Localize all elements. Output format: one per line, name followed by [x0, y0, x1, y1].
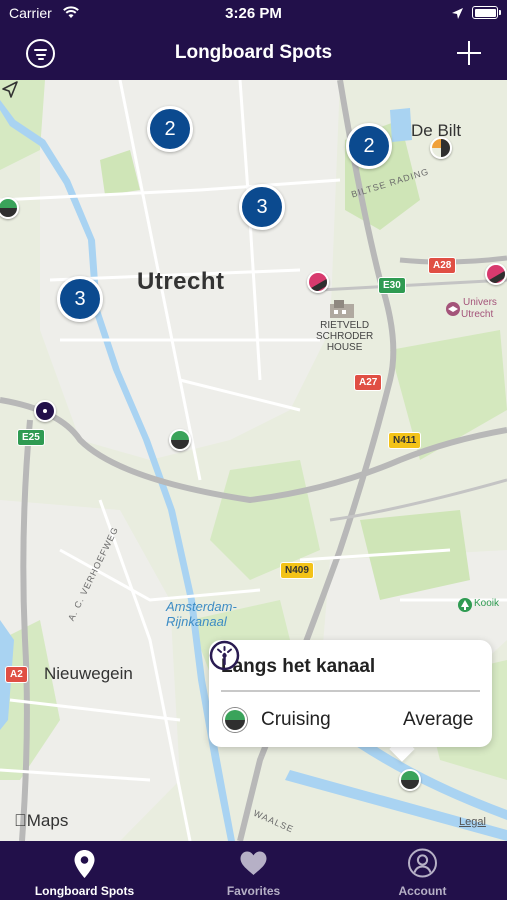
spot-cluster[interactable]: 3: [57, 276, 103, 322]
callout-difficulty: Average: [403, 709, 474, 730]
tab-label: Account: [398, 884, 447, 898]
map-view[interactable]: Utrecht De Bilt Nieuwegein Univers Utrec…: [0, 80, 507, 841]
road-shield-n411: N411: [388, 432, 422, 449]
tab-longboard-spots[interactable]: Longboard Spots: [0, 841, 169, 900]
tab-label: Favorites: [226, 884, 281, 898]
pin-level-top: [401, 771, 419, 780]
location-arrow-icon: [452, 8, 463, 19]
add-spot-button[interactable]: [455, 39, 483, 67]
road-shield-a28: A28: [428, 257, 457, 274]
map-pin-icon: [74, 850, 95, 878]
pin-level-bottom: [401, 780, 419, 789]
spot-cluster[interactable]: 2: [346, 123, 392, 169]
road-shield-a27: A27: [354, 374, 383, 391]
spot-callout[interactable]: Langs het kanaal Cruising Average: [209, 640, 492, 747]
spot-cluster[interactable]: 3: [239, 184, 285, 230]
road-shield-a2: A2: [5, 666, 28, 683]
road-shield-e30: E30: [378, 277, 406, 294]
tab-favorites[interactable]: Favorites: [169, 841, 338, 900]
status-time: 3:26 PM: [225, 5, 282, 22]
compass-arrow-icon[interactable]: [0, 80, 20, 100]
apple-logo-icon: : [14, 811, 27, 830]
spot-pin-pink[interactable]: [485, 263, 507, 285]
callout-divider: [221, 690, 480, 692]
pin-level-top: [171, 431, 189, 440]
gauge-icon: [209, 640, 240, 671]
place-label-university: Univers: [463, 297, 497, 308]
legal-link[interactable]: Legal: [459, 816, 486, 828]
tab-label: Longboard Spots: [34, 884, 135, 898]
pin-level-bottom: [171, 440, 189, 449]
pin-level-bottom: [0, 208, 17, 217]
pin-center: [43, 409, 47, 413]
road-shield-n409: N409: [280, 562, 314, 579]
callout-title: Langs het kanaal: [221, 656, 376, 677]
spot-pin-orange[interactable]: [430, 137, 452, 159]
road-shield-e25: E25: [17, 429, 45, 446]
place-label-utrecht: Utrecht: [137, 268, 225, 295]
skill-level-icon: [223, 708, 247, 732]
tab-account[interactable]: Account: [338, 841, 507, 900]
university-icon: [446, 302, 460, 316]
landmark-building-icon: [330, 300, 354, 318]
page-title: Longboard Spots: [174, 42, 333, 63]
person-icon: [408, 848, 437, 878]
place-label-kooik: Kooik: [474, 598, 500, 609]
maps-attribution-label: Maps: [14, 811, 69, 830]
spot-cluster[interactable]: 2: [147, 106, 193, 152]
spot-pin-green[interactable]: [0, 197, 19, 219]
place-label-university-2: Utrecht: [461, 309, 494, 320]
maps-attribution: Maps: [14, 811, 68, 831]
spot-pin-green[interactable]: [169, 429, 191, 451]
spot-pin-selected[interactable]: [399, 769, 421, 791]
park-icon: [458, 598, 472, 612]
app-screen: Carrier 3:26 PM Longboard Spots Utrecht …: [0, 0, 507, 900]
spot-pin-pink[interactable]: [307, 271, 329, 293]
place-label-nieuwegein: Nieuwegein: [44, 664, 133, 683]
pin-level-top: [0, 199, 17, 208]
pin-level-bottom: [441, 139, 450, 157]
spot-pin-dark[interactable]: [34, 400, 56, 422]
battery-tip: [499, 10, 501, 15]
plus-icon: [457, 52, 481, 55]
battery-icon: [472, 6, 498, 19]
tab-bar: Longboard Spots Favorites Account: [0, 841, 507, 900]
place-label-rietveld: RIETVELD SCHRODER HOUSE: [316, 320, 374, 353]
callout-level: Cruising: [261, 709, 331, 730]
water-label-canal: Amsterdam- Rijnkanaal: [166, 599, 237, 629]
heart-icon: [240, 851, 267, 875]
navigation-header: Carrier 3:26 PM Longboard Spots: [0, 0, 507, 80]
